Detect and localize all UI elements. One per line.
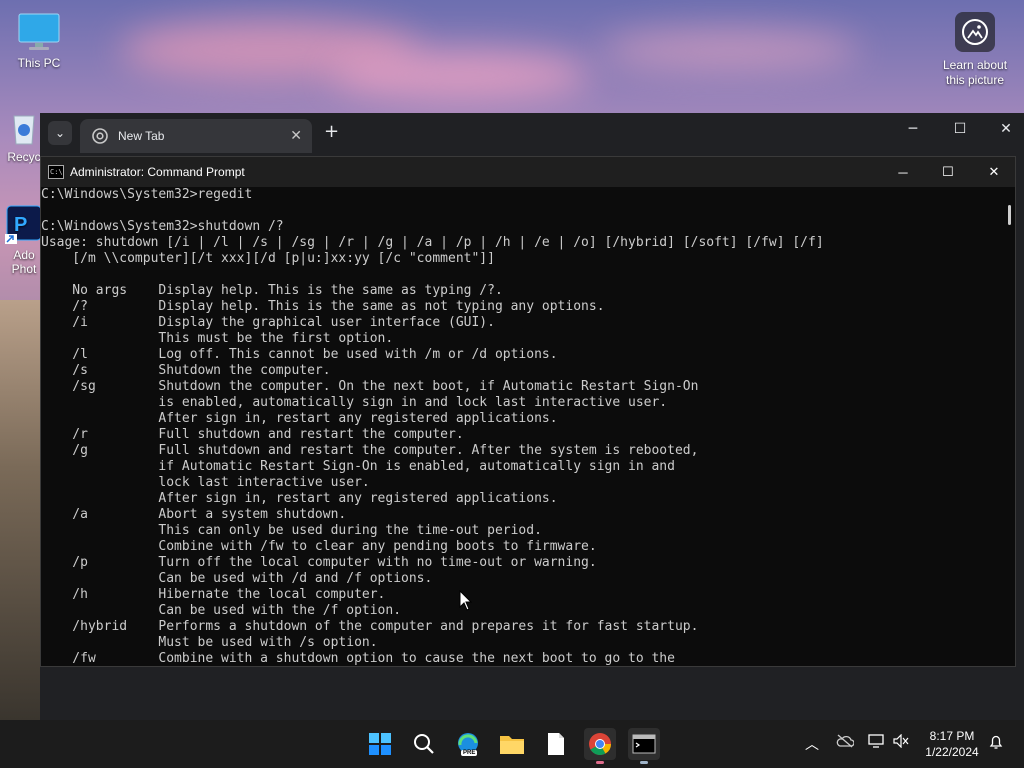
chrome-taskbar-button[interactable]	[584, 728, 616, 764]
desktop-icon-photoshop[interactable]: P Ado Phot	[4, 204, 42, 276]
console-line: C:\Windows\System32>regedit	[41, 187, 253, 202]
console-line: After sign in, restart any registered ap…	[41, 491, 558, 506]
document-icon	[548, 733, 564, 755]
search-icon	[414, 734, 434, 754]
chrome-icon	[92, 128, 108, 144]
tab-search-chevron-icon[interactable]: ⌄	[48, 121, 72, 145]
running-indicator	[596, 761, 604, 764]
wallpaper-cloud	[330, 50, 590, 100]
desktop-icon-label: Ado Phot	[11, 248, 37, 276]
command-prompt-icon	[632, 734, 656, 754]
console-output[interactable]: C:\Windows\System32>regedit C:\Windows\S…	[41, 187, 1003, 667]
start-button[interactable]	[364, 728, 396, 760]
cmd-close-button[interactable]: ✕	[971, 157, 1017, 187]
console-line: if Automatic Restart Sign-On is enabled,…	[41, 459, 675, 474]
console-line: /g Full shutdown and restart the compute…	[41, 443, 699, 458]
console-line: C:\Windows\System32>shutdown /?	[41, 219, 284, 234]
console-line: Can be used with /d and /f options.	[41, 571, 433, 586]
console-line: Usage: shutdown [/i | /l | /s | /sg | /r…	[41, 235, 824, 250]
desktop-icon-label: This PC	[17, 56, 61, 70]
tab-close-icon[interactable]: ✕	[290, 127, 302, 144]
console-line: lock last interactive user.	[41, 475, 370, 490]
console-line: No args Display help. This is the same a…	[41, 283, 503, 298]
console-line: /h Hibernate the local computer.	[41, 587, 386, 602]
onedrive-cloud-icon[interactable]	[836, 734, 855, 752]
learn-about-picture[interactable]: Learn about this picture	[940, 12, 1010, 88]
chrome-close-button[interactable]: ✕	[983, 121, 1024, 137]
new-tab-plus-icon[interactable]: +	[324, 121, 339, 142]
console-scrollbar-thumb[interactable]	[1008, 205, 1011, 225]
desktop-icon-recycle-bin[interactable]: Recyc	[4, 110, 44, 164]
volume-muted-icon[interactable]	[893, 733, 909, 752]
notification-bell-icon[interactable]	[988, 734, 1004, 754]
console-line: This must be the first option.	[41, 331, 394, 346]
cmd-window-icon: C:\	[48, 165, 64, 179]
console-line: /s Shutdown the computer.	[41, 363, 331, 378]
terminal-taskbar-button[interactable]	[628, 728, 660, 764]
file-explorer-button[interactable]	[496, 728, 528, 760]
chrome-maximize-button[interactable]: ☐	[937, 121, 983, 137]
console-line: /p Turn off the local computer with no t…	[41, 555, 597, 570]
chrome-minimize-button[interactable]: ─	[890, 121, 936, 137]
console-line: /fw Combine with a shutdown option to ca…	[41, 651, 675, 666]
console-line: Must be used with /s option.	[41, 635, 378, 650]
windows-logo-icon	[369, 733, 391, 755]
tab-title: New Tab	[118, 129, 165, 143]
cmd-minimize-button[interactable]: ─	[880, 157, 926, 187]
folder-icon	[500, 736, 524, 754]
console-line: /l Log off. This cannot be used with /m …	[41, 347, 558, 362]
edge-pre-badge: PRE	[461, 750, 478, 756]
desktop-icon-this-pc[interactable]: This PC	[4, 12, 74, 70]
console-line: Can be used with the /f option.	[41, 603, 402, 618]
chrome-tab-new-tab[interactable]: New Tab ✕	[80, 119, 312, 153]
console-line: /a Abort a system shutdown.	[41, 507, 347, 522]
console-line: This can only be used during the time-ou…	[41, 523, 542, 538]
running-indicator	[640, 761, 648, 764]
wallpaper-cloud	[600, 30, 860, 70]
search-button[interactable]	[408, 728, 440, 760]
chrome-tab-strip: ⌄ New Tab ✕ + ─ ☐ ✕	[40, 113, 1024, 153]
notepad-button[interactable]	[540, 728, 572, 760]
cmd-title-bar[interactable]: C:\ Administrator: Command Prompt ─ ☐ ✕	[41, 157, 1015, 187]
clock-time: 8:17 PM	[929, 729, 975, 743]
console-line: is enabled, automatically sign in and lo…	[41, 395, 668, 410]
photoshop-icon: P	[5, 204, 42, 244]
console-line: /r Full shutdown and restart the compute…	[41, 427, 464, 442]
console-line: /hybrid Performs a shutdown of the compu…	[41, 619, 699, 634]
network-icon[interactable]	[868, 734, 886, 752]
console-line: /i Display the graphical user interface …	[41, 315, 495, 330]
clock-date: 1/22/2024	[925, 745, 979, 759]
console-line: /sg Shutdown the computer. On the next b…	[41, 379, 699, 394]
monitor-icon	[17, 12, 61, 52]
chevron-up-icon[interactable]: ︿	[805, 734, 819, 754]
taskbar-clock[interactable]: 8:17 PM 1/22/2024	[916, 728, 988, 760]
cmd-title: Administrator: Command Prompt	[70, 165, 245, 179]
camera-location-icon	[955, 12, 995, 52]
desktop-icon-label: Recyc	[7, 150, 41, 164]
console-line: /? Display help. This is the same as not…	[41, 299, 605, 314]
chrome-icon	[589, 733, 611, 755]
command-prompt-window: C:\ Administrator: Command Prompt ─ ☐ ✕ …	[40, 156, 1016, 667]
recycle-bin-icon	[6, 110, 42, 146]
console-line: After sign in, restart any registered ap…	[41, 411, 558, 426]
console-line: [/m \\computer][/t xxx][/d [p|u:]xx:yy […	[41, 251, 495, 266]
cmd-maximize-button[interactable]: ☐	[925, 157, 971, 187]
svg-text:P: P	[14, 214, 27, 236]
taskbar: PRE ︿ 8:17 PM 1/22/2024	[0, 720, 1024, 768]
console-line: Combine with /fw to clear any pending bo…	[41, 539, 597, 554]
edge-button[interactable]: PRE	[452, 728, 484, 760]
learn-about-picture-label: Learn about this picture	[942, 58, 1008, 87]
